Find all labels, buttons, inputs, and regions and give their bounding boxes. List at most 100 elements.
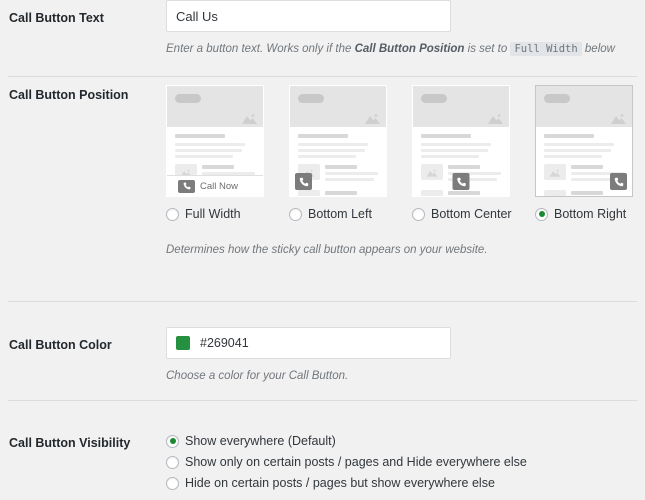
color-value-text: #269041 [200, 336, 249, 350]
preview-logo [544, 94, 570, 103]
preview-text-bar [544, 155, 602, 158]
radio-option-show-certain[interactable]: Show only on certain posts / pages and H… [166, 455, 635, 469]
radio-indicator[interactable] [535, 207, 548, 221]
radio-indicator[interactable] [289, 207, 302, 221]
visibility-radio-list: Show everywhere (Default) Show only on c… [166, 427, 635, 490]
radio-option-bottom-right[interactable]: Bottom Right [535, 207, 626, 221]
radio-indicator[interactable] [412, 207, 425, 221]
image-placeholder-icon [488, 114, 503, 124]
radio-label: Show only on certain posts / pages and H… [185, 455, 527, 469]
call-button-color-help: Choose a color for your Call Button. [166, 370, 349, 382]
preview-title-bar [175, 134, 225, 138]
preview-bottom-right[interactable] [535, 85, 633, 197]
preview-text-bar [298, 143, 369, 146]
preview-title-bar [421, 134, 471, 138]
help-mid: is set to [464, 43, 511, 55]
position-radio-row: Full Width Bottom Left Bottom Center Bot… [166, 197, 635, 221]
preview-text-bar [202, 165, 234, 169]
preview-text-bar [325, 178, 374, 181]
preview-call-bar-text: Call Now [200, 180, 239, 192]
preview-call-bar: Call Now [167, 175, 263, 196]
preview-media-block [421, 190, 501, 196]
call-button-position-label: Call Button Position [9, 88, 129, 102]
call-button-color-label: Call Button Color [9, 338, 112, 352]
radio-label: Bottom Right [554, 207, 627, 221]
preview-text-bar [448, 165, 480, 169]
preview-text-bar [421, 149, 489, 152]
call-button-color-input[interactable]: #269041 [166, 327, 451, 359]
color-swatch[interactable] [176, 336, 190, 350]
image-placeholder-icon [421, 164, 443, 180]
phone-icon [178, 179, 195, 193]
preview-media-lines [325, 190, 378, 196]
control-column: Call Now Full Width Bottom Left Bottom C… [166, 77, 645, 301]
radio-indicator[interactable] [166, 207, 179, 221]
image-placeholder-icon [611, 114, 626, 124]
preview-text-bar [448, 191, 480, 195]
preview-text-bar [571, 191, 603, 195]
radio-indicator[interactable] [166, 434, 179, 448]
preview-media-lines [448, 190, 501, 196]
preview-title-bar [298, 134, 348, 138]
position-option-bottom-center[interactable] [412, 85, 510, 197]
preview-logo [298, 94, 324, 103]
position-option-bottom-left[interactable] [289, 85, 387, 197]
preview-bottom-left[interactable] [289, 85, 387, 197]
call-button-position-help: Determines how the sticky call button ap… [166, 244, 488, 256]
radio-indicator[interactable] [166, 476, 179, 490]
position-option-bottom-right[interactable] [535, 85, 633, 197]
control-column: #269041 Choose a color for your Call But… [166, 327, 645, 400]
preview-header [290, 86, 386, 127]
preview-text-bar [421, 143, 492, 146]
call-button-visibility-label: Call Button Visibility [9, 436, 131, 450]
preview-text-bar [175, 155, 233, 158]
preview-text-bar [175, 143, 246, 146]
radio-option-show-everywhere[interactable]: Show everywhere (Default) [166, 434, 635, 448]
preview-bottom-center[interactable] [412, 85, 510, 197]
call-button-text-input[interactable] [166, 0, 451, 32]
help-prefix: Enter a button text. Works only if the [166, 43, 355, 55]
radio-label: Full Width [185, 207, 241, 221]
label-column: Call Button Color [0, 327, 166, 400]
position-option-full-width[interactable]: Call Now [166, 85, 264, 197]
settings-panel: Call Button Text Enter a button text. Wo… [0, 0, 645, 500]
phone-icon [610, 173, 627, 190]
image-placeholder-icon [421, 190, 443, 196]
preview-title-bar [544, 134, 594, 138]
preview-text-bar [571, 165, 603, 169]
phone-icon [295, 173, 312, 190]
radio-label: Show everywhere (Default) [185, 434, 336, 448]
label-column: Call Button Visibility [0, 427, 166, 497]
preview-text-bar [421, 155, 479, 158]
preview-media-lines [325, 164, 378, 184]
radio-option-bottom-center[interactable]: Bottom Center [412, 207, 535, 221]
help-code-badge: Full Width [510, 42, 582, 56]
radio-option-hide-certain[interactable]: Hide on certain posts / pages but show e… [166, 476, 635, 490]
preview-logo [421, 94, 447, 103]
radio-label: Hide on certain posts / pages but show e… [185, 476, 495, 490]
preview-text-bar [544, 149, 612, 152]
preview-header [167, 86, 263, 127]
section-call-button-position: Call Button Position Call Now Full Width… [0, 77, 645, 301]
preview-media-block [298, 190, 378, 196]
help-suffix: below [581, 43, 615, 55]
call-button-text-help: Enter a button text. Works only if the C… [166, 41, 635, 58]
radio-label: Bottom Center [431, 207, 512, 221]
preview-media-lines [571, 190, 624, 196]
radio-option-full-width[interactable]: Full Width [166, 207, 289, 221]
label-column: Call Button Text [0, 0, 166, 76]
section-call-button-text: Call Button Text Enter a button text. Wo… [0, 0, 645, 76]
phone-icon [452, 173, 470, 190]
image-placeholder-icon [242, 114, 257, 124]
radio-option-bottom-left[interactable]: Bottom Left [289, 207, 412, 221]
preview-header [536, 86, 632, 127]
preview-text-bar [325, 165, 357, 169]
preview-text-bar [325, 172, 378, 175]
control-column: Enter a button text. Works only if the C… [166, 0, 645, 76]
image-placeholder-icon [365, 114, 380, 124]
radio-indicator[interactable] [166, 455, 179, 469]
image-placeholder-icon [544, 190, 566, 196]
preview-header [413, 86, 509, 127]
preview-full-width[interactable]: Call Now [166, 85, 264, 197]
call-button-text-label: Call Button Text [9, 11, 104, 25]
